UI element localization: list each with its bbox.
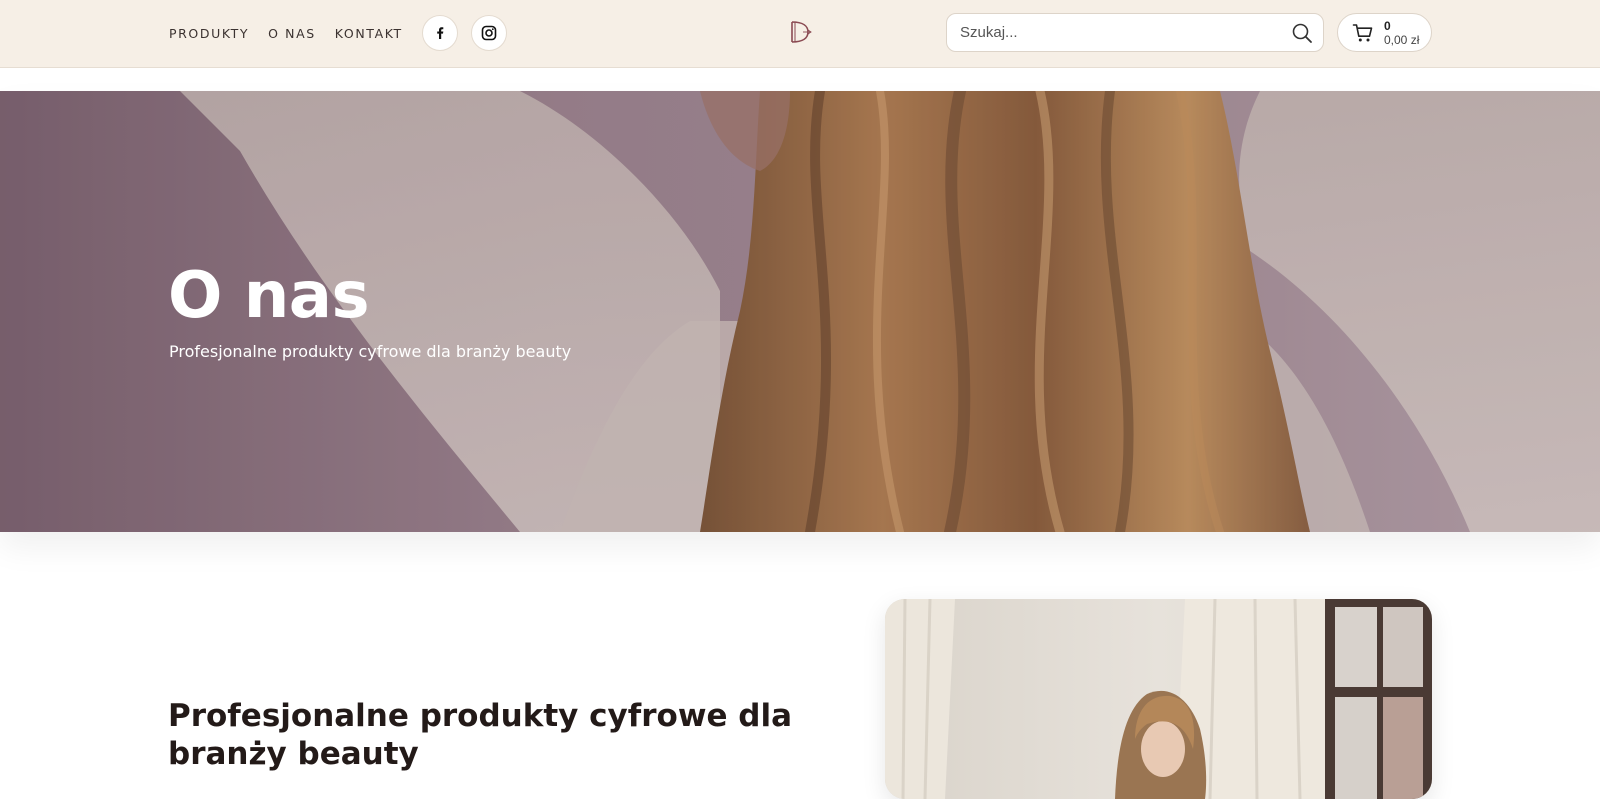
cart-total: 0,00 zł (1384, 33, 1420, 47)
instagram-button[interactable] (470, 15, 507, 51)
cart-icon (1352, 24, 1373, 42)
brand-logo-icon (791, 21, 812, 43)
search-button[interactable] (1291, 22, 1313, 44)
brand-logo[interactable] (789, 19, 813, 45)
about-photo (885, 599, 1432, 799)
site-header: PRODUKTY O NAS KONTAKT Szukaj... 0 0,00 … (0, 0, 1600, 68)
hero-title: O nas (168, 259, 370, 333)
cart-button[interactable]: 0 0,00 zł (1337, 13, 1432, 52)
hero-banner: O nas Profesjonalne produkty cyfrowe dla… (0, 91, 1600, 532)
cart-count: 0 (1384, 19, 1391, 33)
search-input[interactable] (960, 14, 1280, 51)
search-box (946, 13, 1324, 52)
facebook-icon (436, 27, 444, 39)
nav-link-produkty[interactable]: PRODUKTY (169, 26, 249, 41)
facebook-button[interactable] (421, 15, 458, 51)
nav-link-o-nas[interactable]: O NAS (268, 26, 316, 41)
instagram-icon (481, 25, 497, 41)
hero-subtitle: Profesjonalne produkty cyfrowe dla branż… (169, 342, 572, 361)
nav-link-kontakt[interactable]: KONTAKT (335, 26, 403, 41)
search-icon (1292, 23, 1312, 43)
main-nav: PRODUKTY O NAS KONTAKT (169, 0, 520, 66)
section-heading: Profesjonalne produkty cyfrowe dla branż… (168, 698, 793, 772)
about-image (885, 599, 1432, 799)
